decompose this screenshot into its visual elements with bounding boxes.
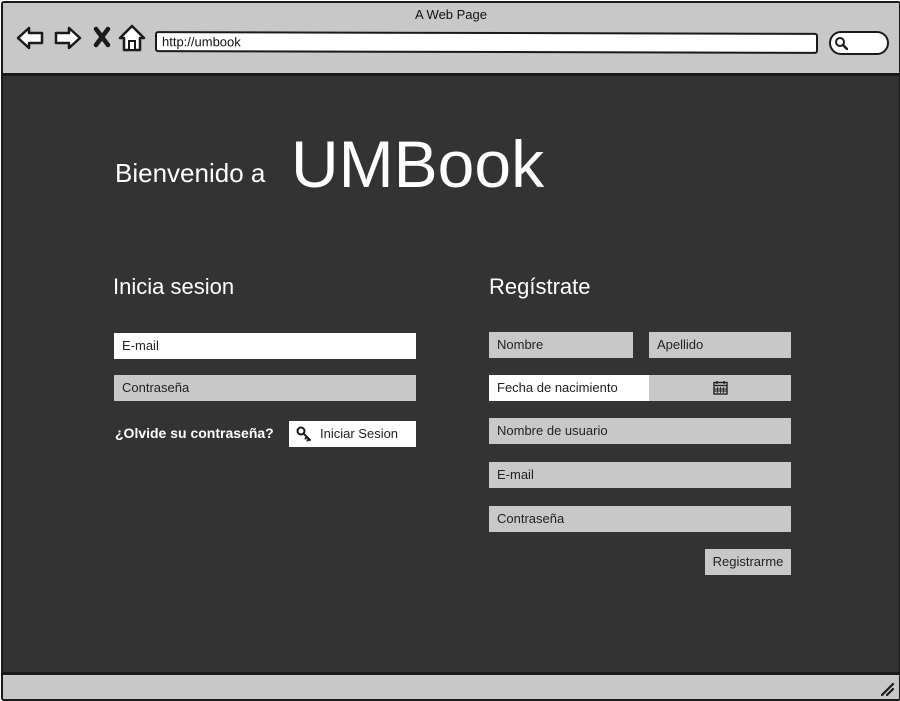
- calendar-icon[interactable]: [713, 380, 728, 395]
- register-username-field[interactable]: Nombre de usuario: [489, 418, 791, 444]
- browser-status-bar: [3, 672, 899, 699]
- search-icon: [835, 37, 848, 50]
- register-email-field[interactable]: E-mail: [489, 462, 791, 488]
- login-button[interactable]: Iniciar Sesion: [289, 421, 416, 447]
- resize-grip-icon[interactable]: [877, 679, 895, 697]
- login-heading: Inicia sesion: [113, 274, 235, 299]
- address-bar[interactable]: http://umbook: [155, 31, 818, 54]
- welcome-text: Bienvenido a: [115, 158, 266, 188]
- register-first-name-field[interactable]: Nombre: [489, 332, 633, 358]
- birthdate-label: Fecha de nacimiento: [489, 375, 649, 401]
- forward-arrow-icon[interactable]: [53, 23, 83, 53]
- register-password-field[interactable]: Contraseña: [489, 506, 791, 532]
- forgot-password-link[interactable]: ¿Olvide su contraseña?: [115, 425, 274, 441]
- browser-toolbar: A Web Page http://umbook: [3, 3, 899, 76]
- key-icon: [296, 426, 311, 442]
- browser-search-field[interactable]: [829, 31, 889, 55]
- login-button-label: Iniciar Sesion: [320, 426, 399, 441]
- window-title: A Web Page: [414, 7, 488, 22]
- browser-window: A Web Page http://umbook Bienvenido a UM…: [1, 1, 900, 701]
- home-icon[interactable]: [117, 23, 147, 53]
- register-heading: Regístrate: [489, 274, 591, 299]
- login-email-field[interactable]: E-mail: [114, 333, 416, 359]
- brand-logo-text: UMBook: [291, 127, 545, 201]
- login-password-field[interactable]: Contraseña: [114, 375, 416, 401]
- back-arrow-icon[interactable]: [15, 23, 45, 53]
- register-last-name-field[interactable]: Apellido: [649, 332, 791, 358]
- page-content: Bienvenido a UMBook Inicia sesion E-mail…: [3, 76, 899, 672]
- register-button[interactable]: Registrarme: [705, 549, 791, 575]
- register-birthdate-field[interactable]: Fecha de nacimiento: [489, 375, 791, 401]
